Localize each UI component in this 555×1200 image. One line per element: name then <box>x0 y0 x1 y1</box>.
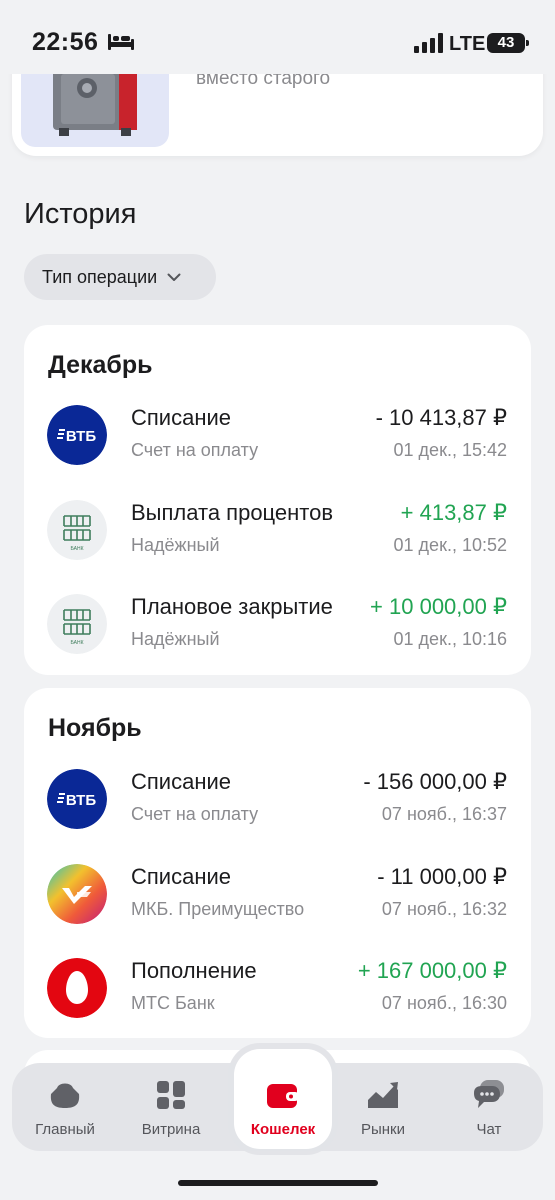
transaction-title: Плановое закрытие <box>131 594 333 619</box>
nav-home[interactable]: Главный <box>15 1063 115 1151</box>
status-bar: 22:56 LTE 43 <box>0 0 555 74</box>
transaction-subtitle: МТС Банк <box>131 993 215 1013</box>
status-time: 22:56 <box>32 28 99 56</box>
wallet-icon <box>267 1084 299 1108</box>
transaction-row[interactable]: Списание МКБ. Преимущество - 11 000,00 ₽… <box>24 860 531 940</box>
battery-icon: 43 <box>487 33 529 53</box>
signal-icon <box>414 33 443 53</box>
month-title: Декабрь <box>48 351 153 379</box>
home-icon <box>50 1083 80 1108</box>
transaction-row[interactable]: Пополнение МТС Банк + 167 000,00 ₽ 07 но… <box>24 954 531 1034</box>
transaction-subtitle: Счет на оплату <box>131 440 259 460</box>
filter-label: Тип операции <box>42 266 158 287</box>
svg-text:ВТБ: ВТБ <box>66 428 96 445</box>
month-card-november: Ноябрь ВТБ Списание Счет на оплату - 156… <box>24 688 531 1038</box>
transaction-row[interactable]: БАНК Выплата процентов Надёжный + 413,87… <box>24 496 531 576</box>
month-title: Ноябрь <box>48 714 142 742</box>
svg-text:БАНК: БАНК <box>70 640 83 646</box>
nav-label: Кошелек <box>250 1121 316 1138</box>
transaction-date: 01 дек., 15:42 <box>393 440 507 460</box>
nav-chat[interactable]: Чат <box>439 1063 539 1151</box>
transaction-title: Списание <box>131 864 231 889</box>
svg-text:ВТБ: ВТБ <box>66 792 96 809</box>
grid-icon <box>157 1081 185 1109</box>
vtb-logo: ВТБ <box>47 405 107 465</box>
nav-label: Чат <box>476 1121 502 1138</box>
transaction-amount: + 10 000,00 ₽ <box>370 594 507 619</box>
transaction-date: 01 дек., 10:52 <box>393 535 507 555</box>
nav-label: Рынки <box>360 1121 405 1138</box>
transaction-subtitle: МКБ. Преимущество <box>131 899 305 919</box>
nav-markets[interactable]: Рынки <box>333 1063 433 1151</box>
domrf-logo: БАНК <box>47 500 107 560</box>
bottom-nav: Главный Витрина Кошелек Рынки Чат <box>12 1049 543 1151</box>
transaction-subtitle: Надёжный <box>131 629 220 649</box>
transaction-amount: - 156 000,00 ₽ <box>363 769 507 794</box>
transaction-row[interactable]: ВТБ Списание Счет на оплату - 156 000,00… <box>24 765 531 845</box>
chevron-down-icon <box>167 273 181 281</box>
transaction-date: 07 нояб., 16:32 <box>381 899 507 919</box>
nav-wallet[interactable]: Кошелек <box>233 1063 333 1151</box>
transaction-date: 07 нояб., 16:37 <box>381 804 507 824</box>
transaction-amount: - 10 413,87 ₽ <box>375 405 507 430</box>
transaction-row[interactable]: ВТБ Списание Счет на оплату - 10 413,87 … <box>24 401 531 481</box>
svg-text:БАНК: БАНК <box>70 546 83 552</box>
transaction-amount: - 11 000,00 ₽ <box>377 864 507 889</box>
home-indicator <box>178 1180 378 1186</box>
domrf-logo: БАНК <box>47 594 107 654</box>
transaction-amount: + 167 000,00 ₽ <box>357 958 507 983</box>
vtb-logo: ВТБ <box>47 769 107 829</box>
nav-label: Витрина <box>141 1121 201 1138</box>
transaction-row[interactable]: БАНК Плановое закрытие Надёжный + 10 000… <box>24 590 531 670</box>
transaction-subtitle: Надёжный <box>131 535 220 555</box>
mts-logo <box>47 958 107 1018</box>
nav-showcase[interactable]: Витрина <box>121 1063 221 1151</box>
mkb-logo <box>47 864 107 924</box>
transaction-amount: + 413,87 ₽ <box>400 500 507 525</box>
chat-icon <box>474 1080 504 1108</box>
network-type: LTE <box>449 33 486 55</box>
transaction-title: Пополнение <box>131 958 257 983</box>
history-title: История <box>24 198 137 230</box>
transaction-subtitle: Счет на оплату <box>131 804 259 824</box>
bed-icon <box>108 34 134 50</box>
safe-illustration <box>21 70 169 147</box>
transaction-date: 07 нояб., 16:30 <box>381 993 507 1013</box>
transaction-title: Списание <box>131 405 231 430</box>
month-card-december: Декабрь ВТБ Списание Счет на оплату - 10… <box>24 325 531 675</box>
transaction-title: Списание <box>131 769 231 794</box>
chart-icon <box>368 1082 398 1108</box>
nav-label: Главный <box>35 1121 95 1138</box>
transaction-date: 01 дек., 10:16 <box>393 629 507 649</box>
transaction-title: Выплата процентов <box>131 500 334 525</box>
operation-type-filter[interactable]: Тип операции <box>24 254 216 300</box>
